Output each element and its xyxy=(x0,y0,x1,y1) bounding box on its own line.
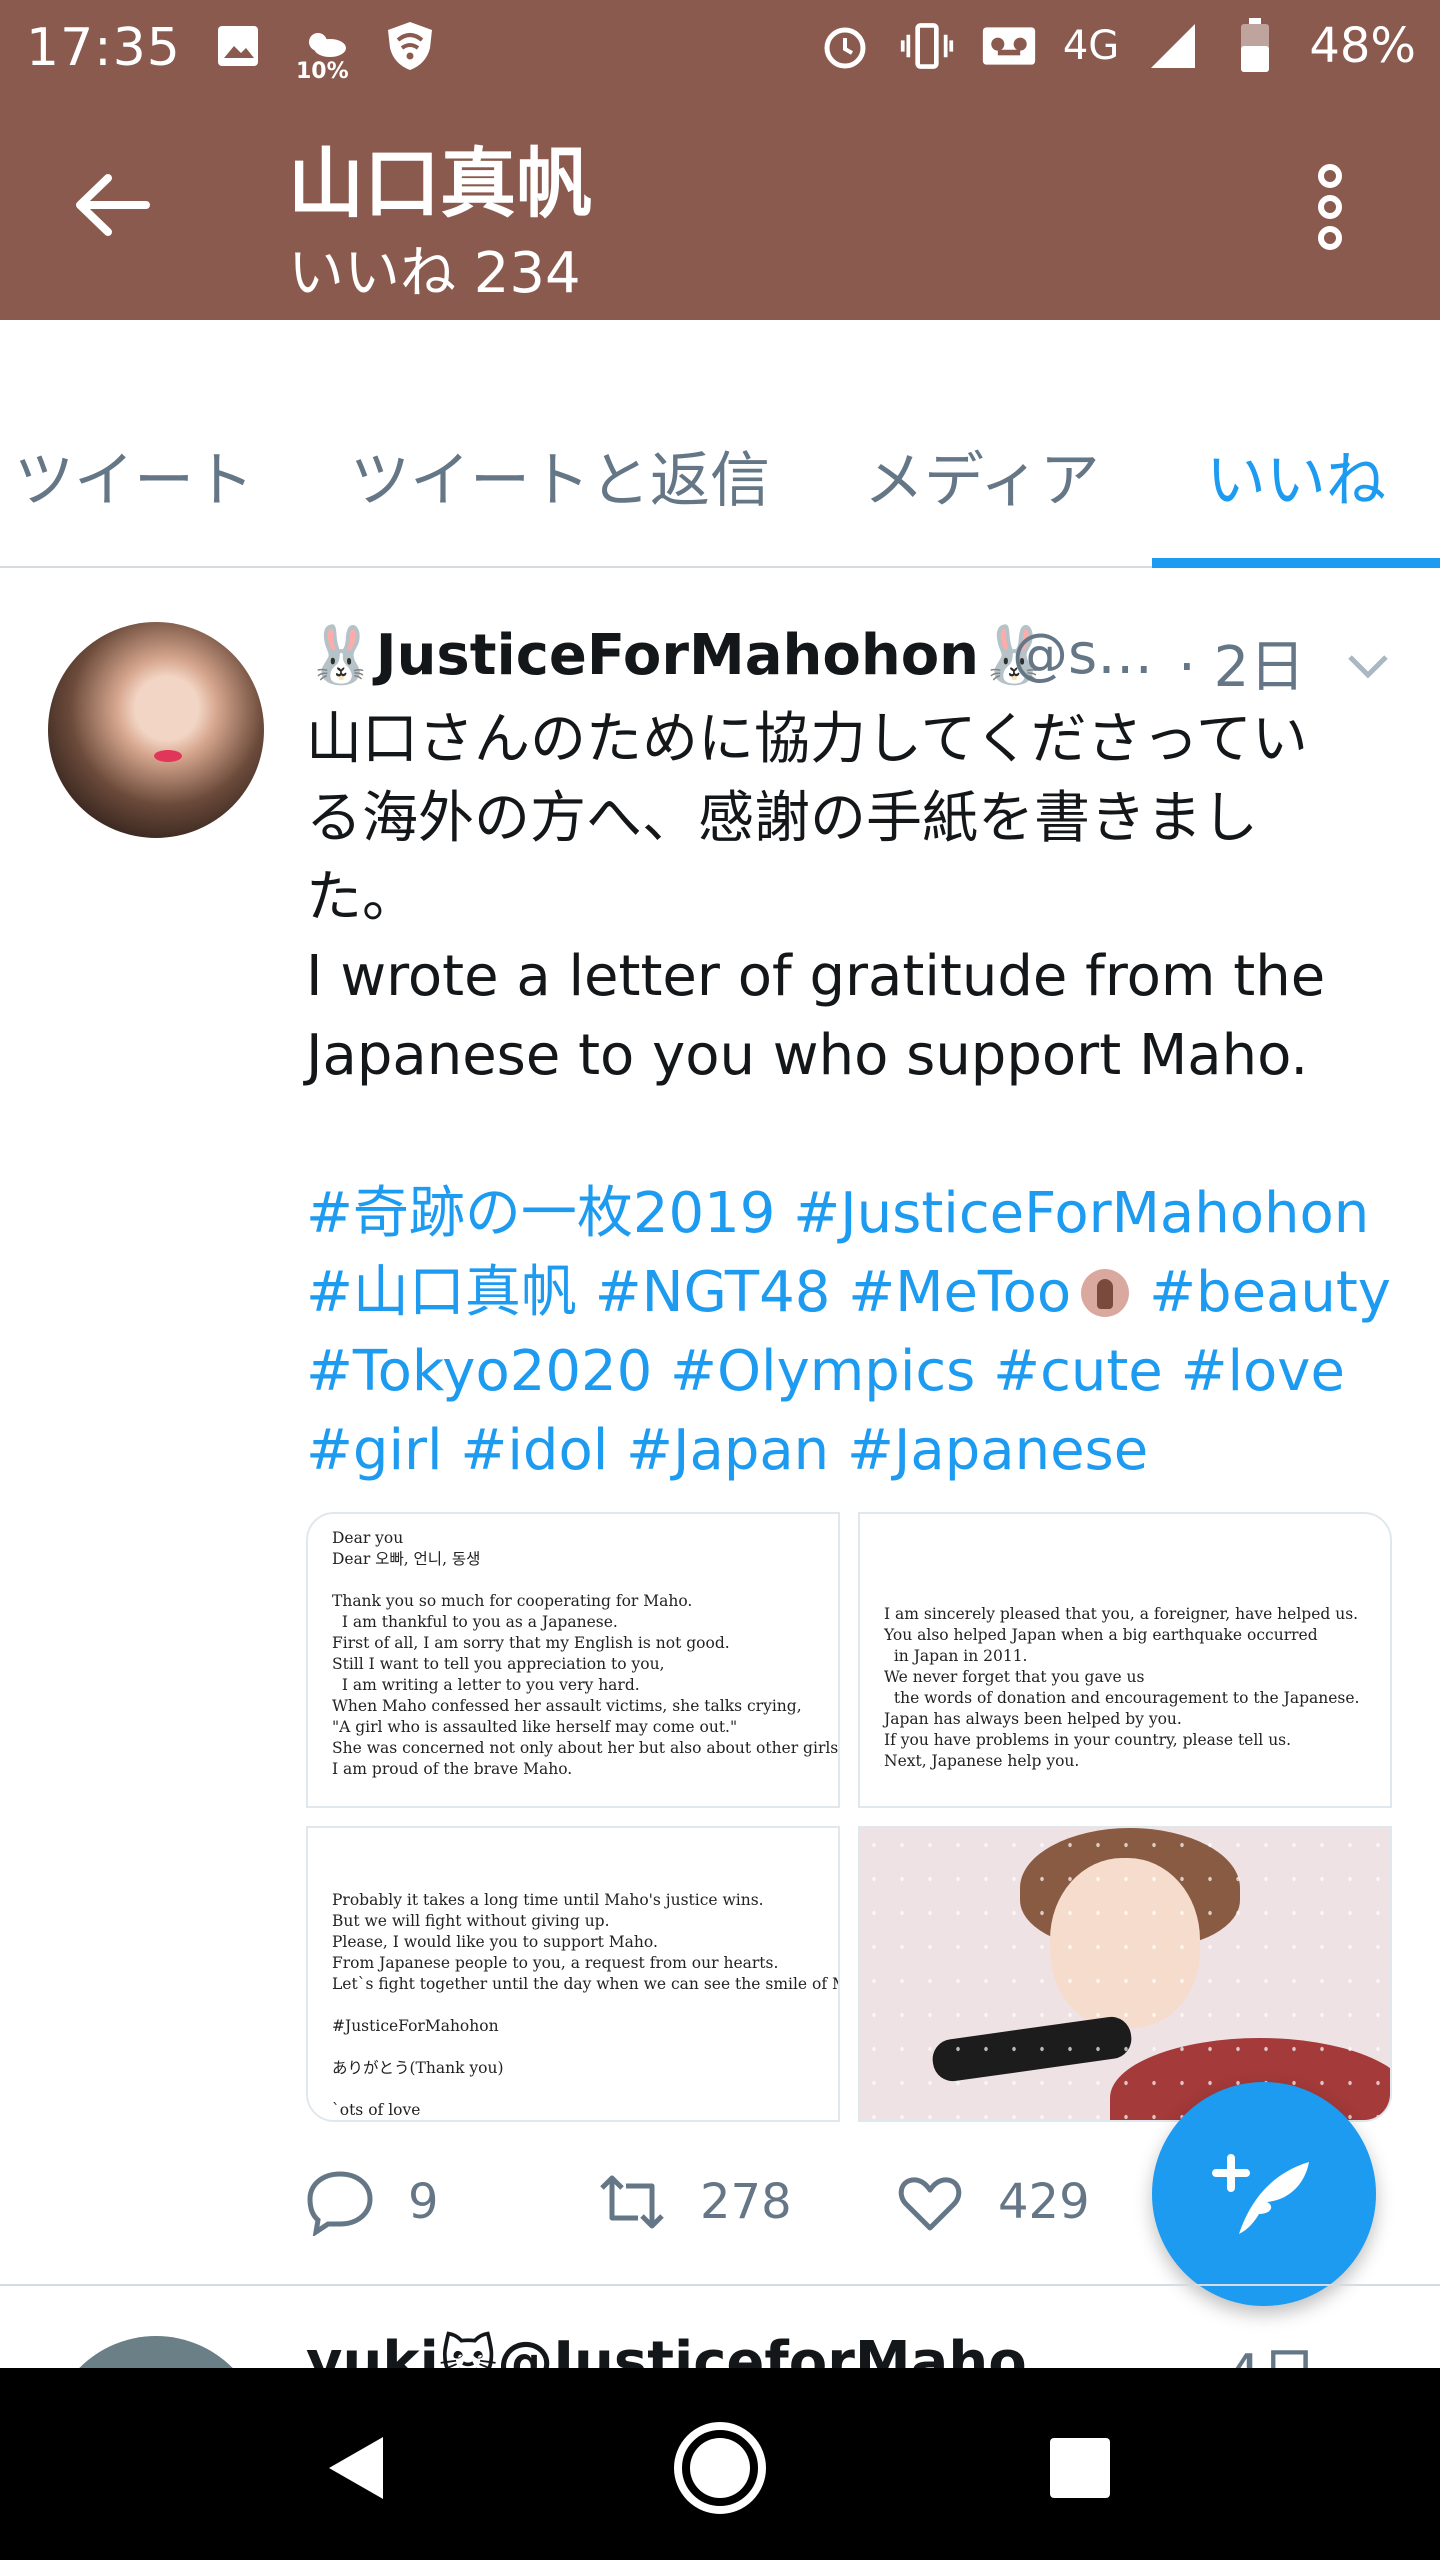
reply-button[interactable]: 9 xyxy=(306,2168,439,2236)
tweet-divider xyxy=(0,2284,1440,2286)
status-bar: 17:35 10% 4G 48% xyxy=(0,0,1440,100)
tweet-header: 🐰JusticeForMahohon🐰 @s… · 2日 xyxy=(306,622,1406,702)
media-image-letter-1[interactable]: Dear you Dear 오빠, 언니, 동생 Thank you so mu… xyxy=(306,1512,840,1808)
active-tab-indicator xyxy=(1152,558,1440,568)
tab-media[interactable]: メディア xyxy=(864,432,1100,519)
letter-text: Probably it takes a long time until Maho… xyxy=(332,1891,838,2119)
image-icon xyxy=(210,18,266,74)
tweet-media-grid: Dear you Dear 오빠, 언니, 동생 Thank you so mu… xyxy=(306,1512,1392,2122)
signal-icon xyxy=(1145,18,1201,74)
hashtag-line[interactable]: #Tokyo2020 #Olympics #cute #love xyxy=(306,1332,1406,1411)
raised-hand-emoji-icon xyxy=(1081,1269,1130,1317)
home-circle-icon xyxy=(674,2422,766,2514)
chevron-down-icon xyxy=(1348,655,1388,679)
tweet-text-line: Japanese to you who support Maho. xyxy=(306,1023,1309,1088)
hashtag-line[interactable]: #girl #idol #Japan #Japanese xyxy=(306,1411,1406,1490)
nav-back-button[interactable] xyxy=(296,2408,416,2528)
tweet-text-line: た。 xyxy=(306,865,418,930)
profile-tabs: ツイート ツイートと返信 メディア いいね xyxy=(0,320,1440,568)
compose-tweet-button[interactable] xyxy=(1152,2082,1376,2306)
tab-likes[interactable]: いいね xyxy=(1206,432,1386,519)
retweet-button[interactable]: 278 xyxy=(598,2168,792,2236)
triangle-back-icon xyxy=(329,2437,383,2499)
letter-text: Dear you Dear 오빠, 언니, 동생 Thank you so mu… xyxy=(332,1529,840,1778)
heart-icon xyxy=(898,2177,962,2231)
tweet-text-line: I wrote a letter of gratitude from the xyxy=(306,944,1326,1009)
display-name[interactable]: 🐰JusticeForMahohon🐰 xyxy=(306,622,1049,688)
hashtag-line[interactable]: #奇跡の一枚2019 #JusticeForMahohon xyxy=(306,1174,1406,1253)
vpn-shield-icon xyxy=(382,18,438,74)
compose-feather-icon xyxy=(1212,2154,1309,2234)
clock: 17:35 xyxy=(26,18,181,78)
retweet-count: 278 xyxy=(700,2174,792,2230)
tweet-text: 山口さんのために協力してくださってい る海外の方へ、感謝の手紙を書きまし た。 … xyxy=(306,700,1406,1490)
reply-count: 9 xyxy=(408,2174,439,2230)
media-image-letter-3[interactable]: Probably it takes a long time until Maho… xyxy=(306,1826,840,2122)
like-button[interactable]: 429 xyxy=(896,2168,1090,2236)
vibrate-icon xyxy=(899,18,955,74)
more-vertical-icon xyxy=(1318,164,1342,250)
media-image-letter-2[interactable]: I am sincerely pleased that you, a forei… xyxy=(858,1512,1392,1808)
overflow-menu-button[interactable] xyxy=(1310,162,1350,252)
tweet-actions: 9 278 429 xyxy=(306,2168,1206,2248)
like-count: 429 xyxy=(998,2174,1090,2230)
tab-tweets[interactable]: ツイート xyxy=(14,432,254,519)
likes-count: いいね 234 xyxy=(288,241,581,306)
network-type: 4G xyxy=(1062,23,1120,69)
battery-icon xyxy=(1227,18,1283,74)
arrow-left-icon xyxy=(76,174,150,236)
nav-home-button[interactable] xyxy=(660,2408,780,2528)
hashtag-line[interactable]: #山口真帆 #NGT48 #MeToo #beauty xyxy=(306,1253,1406,1332)
profile-name: 山口真帆 xyxy=(288,139,592,228)
voicemail-icon xyxy=(981,18,1037,74)
square-recents-icon xyxy=(1050,2438,1110,2498)
nav-recents-button[interactable] xyxy=(1020,2408,1140,2528)
tweet-menu-button[interactable] xyxy=(1346,636,1390,679)
reply-icon xyxy=(307,2171,373,2236)
alarm-icon xyxy=(817,18,873,74)
system-navigation-bar xyxy=(0,2368,1440,2560)
tab-tweets-replies[interactable]: ツイートと返信 xyxy=(350,432,770,519)
tweet-timestamp: · 2日 xyxy=(1178,635,1306,700)
weather-icon: 10% xyxy=(296,18,352,84)
system-icons: 4G 48% xyxy=(817,18,1416,74)
media-image-photo[interactable] xyxy=(858,1826,1392,2122)
tweet-text-line: 山口さんのために協力してくださってい xyxy=(306,707,1308,772)
profile-header: 山口真帆 いいね 234 xyxy=(0,100,1440,320)
tweet-text-line: る海外の方へ、感謝の手紙を書きまし xyxy=(306,786,1258,851)
notification-icons: 10% xyxy=(210,18,438,84)
back-button[interactable] xyxy=(72,170,152,240)
retweet-icon xyxy=(600,2175,664,2229)
battery-percent: 48% xyxy=(1309,18,1416,74)
user-handle: @s… xyxy=(1012,622,1154,687)
avatar[interactable] xyxy=(48,622,264,838)
letter-text: I am sincerely pleased that you, a forei… xyxy=(884,1605,1360,1770)
